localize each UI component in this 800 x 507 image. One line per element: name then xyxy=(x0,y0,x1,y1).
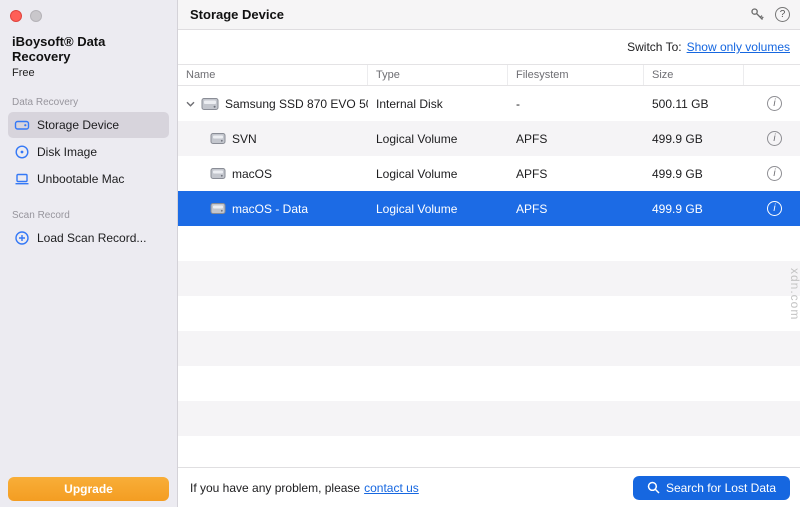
cell-info xyxy=(744,201,800,216)
info-icon[interactable] xyxy=(767,96,782,111)
chevron-down-icon[interactable] xyxy=(186,101,195,107)
help-icon[interactable] xyxy=(775,7,790,22)
cell-size: 499.9 GB xyxy=(644,202,744,216)
cell-type: Logical Volume xyxy=(368,202,508,216)
info-icon[interactable] xyxy=(767,201,782,216)
table-row-macos-data[interactable]: macOS - Data Logical Volume APFS 499.9 G… xyxy=(178,191,800,226)
info-icon[interactable] xyxy=(767,166,782,181)
cell-filesystem: APFS xyxy=(508,132,644,146)
column-header-spacer xyxy=(744,65,800,85)
contact-us-link[interactable]: contact us xyxy=(364,481,419,495)
cell-info xyxy=(744,96,800,111)
page-title: Storage Device xyxy=(190,7,284,22)
sidebar-item-label: Disk Image xyxy=(37,145,97,159)
upgrade-button[interactable]: Upgrade xyxy=(8,477,169,501)
cell-type: Internal Disk xyxy=(368,97,508,111)
footer-bar: If you have any problem, please contact … xyxy=(178,467,800,507)
search-lost-data-button[interactable]: Search for Lost Data xyxy=(633,476,790,500)
cell-type: Logical Volume xyxy=(368,132,508,146)
sidebar-item-disk-image[interactable]: Disk Image xyxy=(8,139,169,165)
volume-icon xyxy=(210,132,226,145)
column-header-size[interactable]: Size xyxy=(644,65,744,85)
section-label-data-recovery: Data Recovery xyxy=(12,97,165,108)
sidebar-item-unbootable-mac[interactable]: Unbootable Mac xyxy=(8,166,169,192)
empty-row xyxy=(178,366,800,401)
empty-row xyxy=(178,436,800,467)
empty-row xyxy=(178,401,800,436)
switch-bar: Switch To: Show only volumes xyxy=(178,30,800,64)
row-name: macOS - Data xyxy=(232,202,308,216)
search-button-label: Search for Lost Data xyxy=(666,481,776,495)
storage-device-icon xyxy=(14,117,30,133)
column-header-name[interactable]: Name xyxy=(178,65,368,85)
sidebar-item-label: Unbootable Mac xyxy=(37,172,124,186)
volume-icon xyxy=(210,202,226,215)
sidebar-item-label: Storage Device xyxy=(37,118,119,132)
table-row-macos[interactable]: macOS Logical Volume APFS 499.9 GB xyxy=(178,156,800,191)
main-panel: Storage Device Switch To: Show only volu… xyxy=(178,0,800,507)
cell-name: Samsung SSD 870 EVO 500GB... xyxy=(178,97,368,111)
cell-name: macOS - Data xyxy=(178,202,368,216)
close-button[interactable] xyxy=(10,10,22,22)
column-header-filesystem[interactable]: Filesystem xyxy=(508,65,644,85)
cell-filesystem: - xyxy=(508,97,644,111)
cell-info xyxy=(744,131,800,146)
cell-size: 499.9 GB xyxy=(644,132,744,146)
empty-row xyxy=(178,226,800,261)
traffic-lights xyxy=(10,10,42,22)
row-name: macOS xyxy=(232,167,272,181)
cell-size: 499.9 GB xyxy=(644,167,744,181)
key-icon[interactable] xyxy=(749,7,765,23)
volume-icon xyxy=(210,167,226,180)
app-window: iBoysoft® Data Recovery Free Data Recove… xyxy=(0,0,800,507)
internal-disk-icon xyxy=(201,97,219,111)
empty-row xyxy=(178,296,800,331)
help-text: If you have any problem, please xyxy=(190,481,360,495)
show-only-volumes-link[interactable]: Show only volumes xyxy=(687,40,790,54)
info-icon[interactable] xyxy=(767,131,782,146)
sidebar-item-storage-device[interactable]: Storage Device xyxy=(8,112,169,138)
minimize-button[interactable] xyxy=(30,10,42,22)
cell-name: macOS xyxy=(178,167,368,181)
row-name: SVN xyxy=(232,132,257,146)
sidebar-item-label: Load Scan Record... xyxy=(37,231,146,245)
disk-image-icon xyxy=(14,144,30,160)
app-title: iBoysoft® Data Recovery xyxy=(12,34,165,64)
table-header: Name Type Filesystem Size xyxy=(178,64,800,86)
switch-to-label: Switch To: xyxy=(627,40,681,54)
empty-row xyxy=(178,261,800,296)
empty-row xyxy=(178,331,800,366)
sidebar-item-load-scan-record[interactable]: Load Scan Record... xyxy=(8,225,169,251)
cell-size: 500.11 GB xyxy=(644,97,744,111)
cell-type: Logical Volume xyxy=(368,167,508,181)
cell-filesystem: APFS xyxy=(508,167,644,181)
cell-filesystem: APFS xyxy=(508,202,644,216)
table-row-samsung-ssd[interactable]: Samsung SSD 870 EVO 500GB... Internal Di… xyxy=(178,86,800,121)
cell-info xyxy=(744,166,800,181)
app-edition: Free xyxy=(12,67,165,79)
table-row-svn[interactable]: SVN Logical Volume APFS 499.9 GB xyxy=(178,121,800,156)
search-icon xyxy=(647,481,660,494)
unbootable-mac-icon xyxy=(14,171,30,187)
table-body: Samsung SSD 870 EVO 500GB... Internal Di… xyxy=(178,86,800,467)
plus-circle-icon xyxy=(14,230,30,246)
row-name: Samsung SSD 870 EVO 500GB... xyxy=(225,97,368,111)
section-label-scan-record: Scan Record xyxy=(12,210,165,221)
title-bar: Storage Device xyxy=(178,0,800,30)
sidebar: iBoysoft® Data Recovery Free Data Recove… xyxy=(0,0,178,507)
column-header-type[interactable]: Type xyxy=(368,65,508,85)
cell-name: SVN xyxy=(178,132,368,146)
